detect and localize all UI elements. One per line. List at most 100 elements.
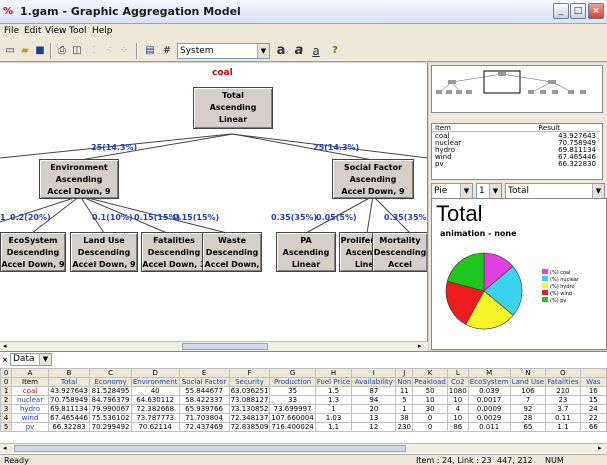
- table-row[interactable]: 5 pv 66.32283 70.299492 70.62114 72.437469 72.…: [0, 422, 607, 432]
- scroll-right-icon[interactable]: ▸: [418, 342, 422, 350]
- column-header[interactable]: Availability: [351, 377, 397, 387]
- table-cell[interactable]: 33: [269, 395, 316, 405]
- table-cell[interactable]: 79.990067: [89, 404, 132, 414]
- table-cell[interactable]: 1.03: [314, 413, 353, 423]
- table-cell[interactable]: 70.62114: [130, 422, 180, 432]
- scroll-left-icon[interactable]: ◂: [3, 444, 7, 452]
- print-icon[interactable]: ⎙: [54, 43, 70, 59]
- row-number[interactable]: 0: [0, 377, 13, 387]
- close-icon[interactable]: ×: [2, 356, 8, 364]
- chevron-down-icon[interactable]: ▼: [489, 184, 501, 198]
- node-pa[interactable]: PA Ascending Linear: [276, 232, 336, 272]
- chevron-down-icon[interactable]: ▼: [39, 354, 51, 365]
- table-cell[interactable]: 10: [412, 395, 448, 405]
- scrollbar-thumb[interactable]: [182, 343, 268, 350]
- table-cell[interactable]: coal: [11, 386, 49, 396]
- column-letter[interactable]: E: [178, 368, 230, 378]
- table-cell[interactable]: 12: [351, 422, 397, 432]
- font-underline-icon[interactable]: a: [308, 43, 324, 59]
- node-land-use[interactable]: Land Use Descending Accel Down, 9: [70, 232, 138, 272]
- align-right-icon[interactable]: ⁘: [116, 43, 132, 59]
- table-cell[interactable]: 0.0017: [467, 395, 511, 405]
- table-cell[interactable]: 4: [446, 404, 469, 414]
- table-cell[interactable]: wind: [11, 413, 49, 423]
- table-cell[interactable]: 66.32283: [47, 422, 91, 432]
- table-cell[interactable]: 43.927643: [47, 386, 91, 396]
- column-letter[interactable]: [579, 368, 607, 378]
- chart-field-selector[interactable]: Total ▼: [505, 183, 605, 199]
- table-cell[interactable]: 0.0009: [467, 404, 511, 414]
- table-cell[interactable]: 70.299492: [89, 422, 132, 432]
- table-cell[interactable]: 73.088127: [228, 395, 271, 405]
- table-cell[interactable]: 10: [446, 413, 469, 423]
- table-cell[interactable]: 73.699997: [269, 404, 316, 414]
- font-bold-icon[interactable]: a: [273, 43, 289, 59]
- table-cell[interactable]: 23: [545, 395, 581, 405]
- align-center-icon[interactable]: ⁖: [101, 43, 117, 59]
- table-cell[interactable]: 67.465446: [47, 413, 91, 423]
- column-letter[interactable]: I: [351, 368, 397, 378]
- table-cell[interactable]: 86: [446, 422, 469, 432]
- column-header[interactable]: Co2: [446, 377, 469, 387]
- table-cell[interactable]: 210: [545, 386, 581, 396]
- table-cell[interactable]: 66: [579, 422, 607, 432]
- table-cell[interactable]: 72.382668: [130, 404, 180, 414]
- table-cell[interactable]: 70.758949: [47, 395, 91, 405]
- table-cell[interactable]: 40: [130, 386, 180, 396]
- node-fatalities[interactable]: Fatalities Descending Accel Down, 3: [141, 232, 207, 272]
- system-selector[interactable]: System ▼: [177, 43, 270, 59]
- save-icon[interactable]: ■: [32, 43, 48, 59]
- table-cell[interactable]: 72.838509: [228, 422, 271, 432]
- column-letter[interactable]: 0: [0, 368, 13, 378]
- table-cell[interactable]: 72.437469: [178, 422, 230, 432]
- table-cell[interactable]: 69.811134: [47, 404, 91, 414]
- row-number[interactable]: 1: [0, 386, 13, 396]
- table-cell[interactable]: 1.5: [314, 386, 353, 396]
- menu-edit[interactable]: Edit: [24, 26, 41, 36]
- column-header[interactable]: Social Factor: [178, 377, 230, 387]
- table-cell[interactable]: 73.130852: [228, 404, 271, 414]
- column-letter[interactable]: D: [130, 368, 180, 378]
- table-cell[interactable]: 73.787773: [130, 413, 180, 423]
- column-letter[interactable]: F: [228, 368, 271, 378]
- close-button[interactable]: ×: [588, 3, 604, 19]
- scroll-left-icon[interactable]: ◂: [3, 342, 7, 350]
- list-item[interactable]: pv 66.322830: [432, 161, 600, 168]
- table-cell[interactable]: 3.7: [545, 404, 581, 414]
- column-letter[interactable]: G: [269, 368, 316, 378]
- chart-type-selector[interactable]: Pie ▼: [431, 183, 473, 199]
- font-italic-icon[interactable]: a: [291, 43, 307, 59]
- table-cell[interactable]: 55.844677: [178, 386, 230, 396]
- column-letter[interactable]: H: [314, 368, 353, 378]
- row-number[interactable]: 2: [0, 395, 13, 405]
- table-cell[interactable]: 230: [395, 422, 414, 432]
- table-cell[interactable]: 24: [579, 404, 607, 414]
- table-row[interactable]: 2 nuclear 70.758949 84.796379 64.630112 58.42…: [0, 395, 607, 405]
- column-header[interactable]: Economy: [89, 377, 132, 387]
- table-row[interactable]: 4 wind 67.465446 75.536102 73.787773 71.70380…: [0, 413, 607, 423]
- chevron-down-icon[interactable]: ▼: [592, 184, 604, 198]
- column-letter[interactable]: J: [395, 368, 414, 378]
- table-cell[interactable]: 1: [395, 404, 414, 414]
- column-letter[interactable]: N: [509, 368, 547, 378]
- table-cell[interactable]: 87: [351, 386, 397, 396]
- table-cell[interactable]: 38: [395, 413, 414, 423]
- table-cell[interactable]: 22: [579, 413, 607, 423]
- table-cell[interactable]: 5: [395, 395, 414, 405]
- tree-horizontal-scrollbar[interactable]: ◂ ▸: [0, 341, 428, 351]
- table-cell[interactable]: 107.660004: [269, 413, 316, 423]
- column-header[interactable]: Non: [395, 377, 414, 387]
- table-cell[interactable]: 0.039: [467, 386, 511, 396]
- table-cell[interactable]: 16: [579, 386, 607, 396]
- minimize-button[interactable]: _: [553, 3, 569, 19]
- column-header[interactable]: Land Use: [509, 377, 547, 387]
- table-cell[interactable]: 0.011: [467, 422, 511, 432]
- node-social-factor[interactable]: Social Factor Ascending Accel Down, 9: [332, 159, 414, 199]
- open-folder-icon[interactable]: ▰: [17, 43, 33, 59]
- chart-number-selector[interactable]: 1 ▼: [476, 183, 502, 199]
- column-letter[interactable]: K: [412, 368, 448, 378]
- grid-horizontal-scrollbar[interactable]: ◂ ▸: [0, 443, 607, 453]
- align-left-icon[interactable]: ⁚: [86, 43, 102, 59]
- menu-tool[interactable]: Tool: [69, 26, 86, 36]
- table-cell[interactable]: 13: [351, 413, 397, 423]
